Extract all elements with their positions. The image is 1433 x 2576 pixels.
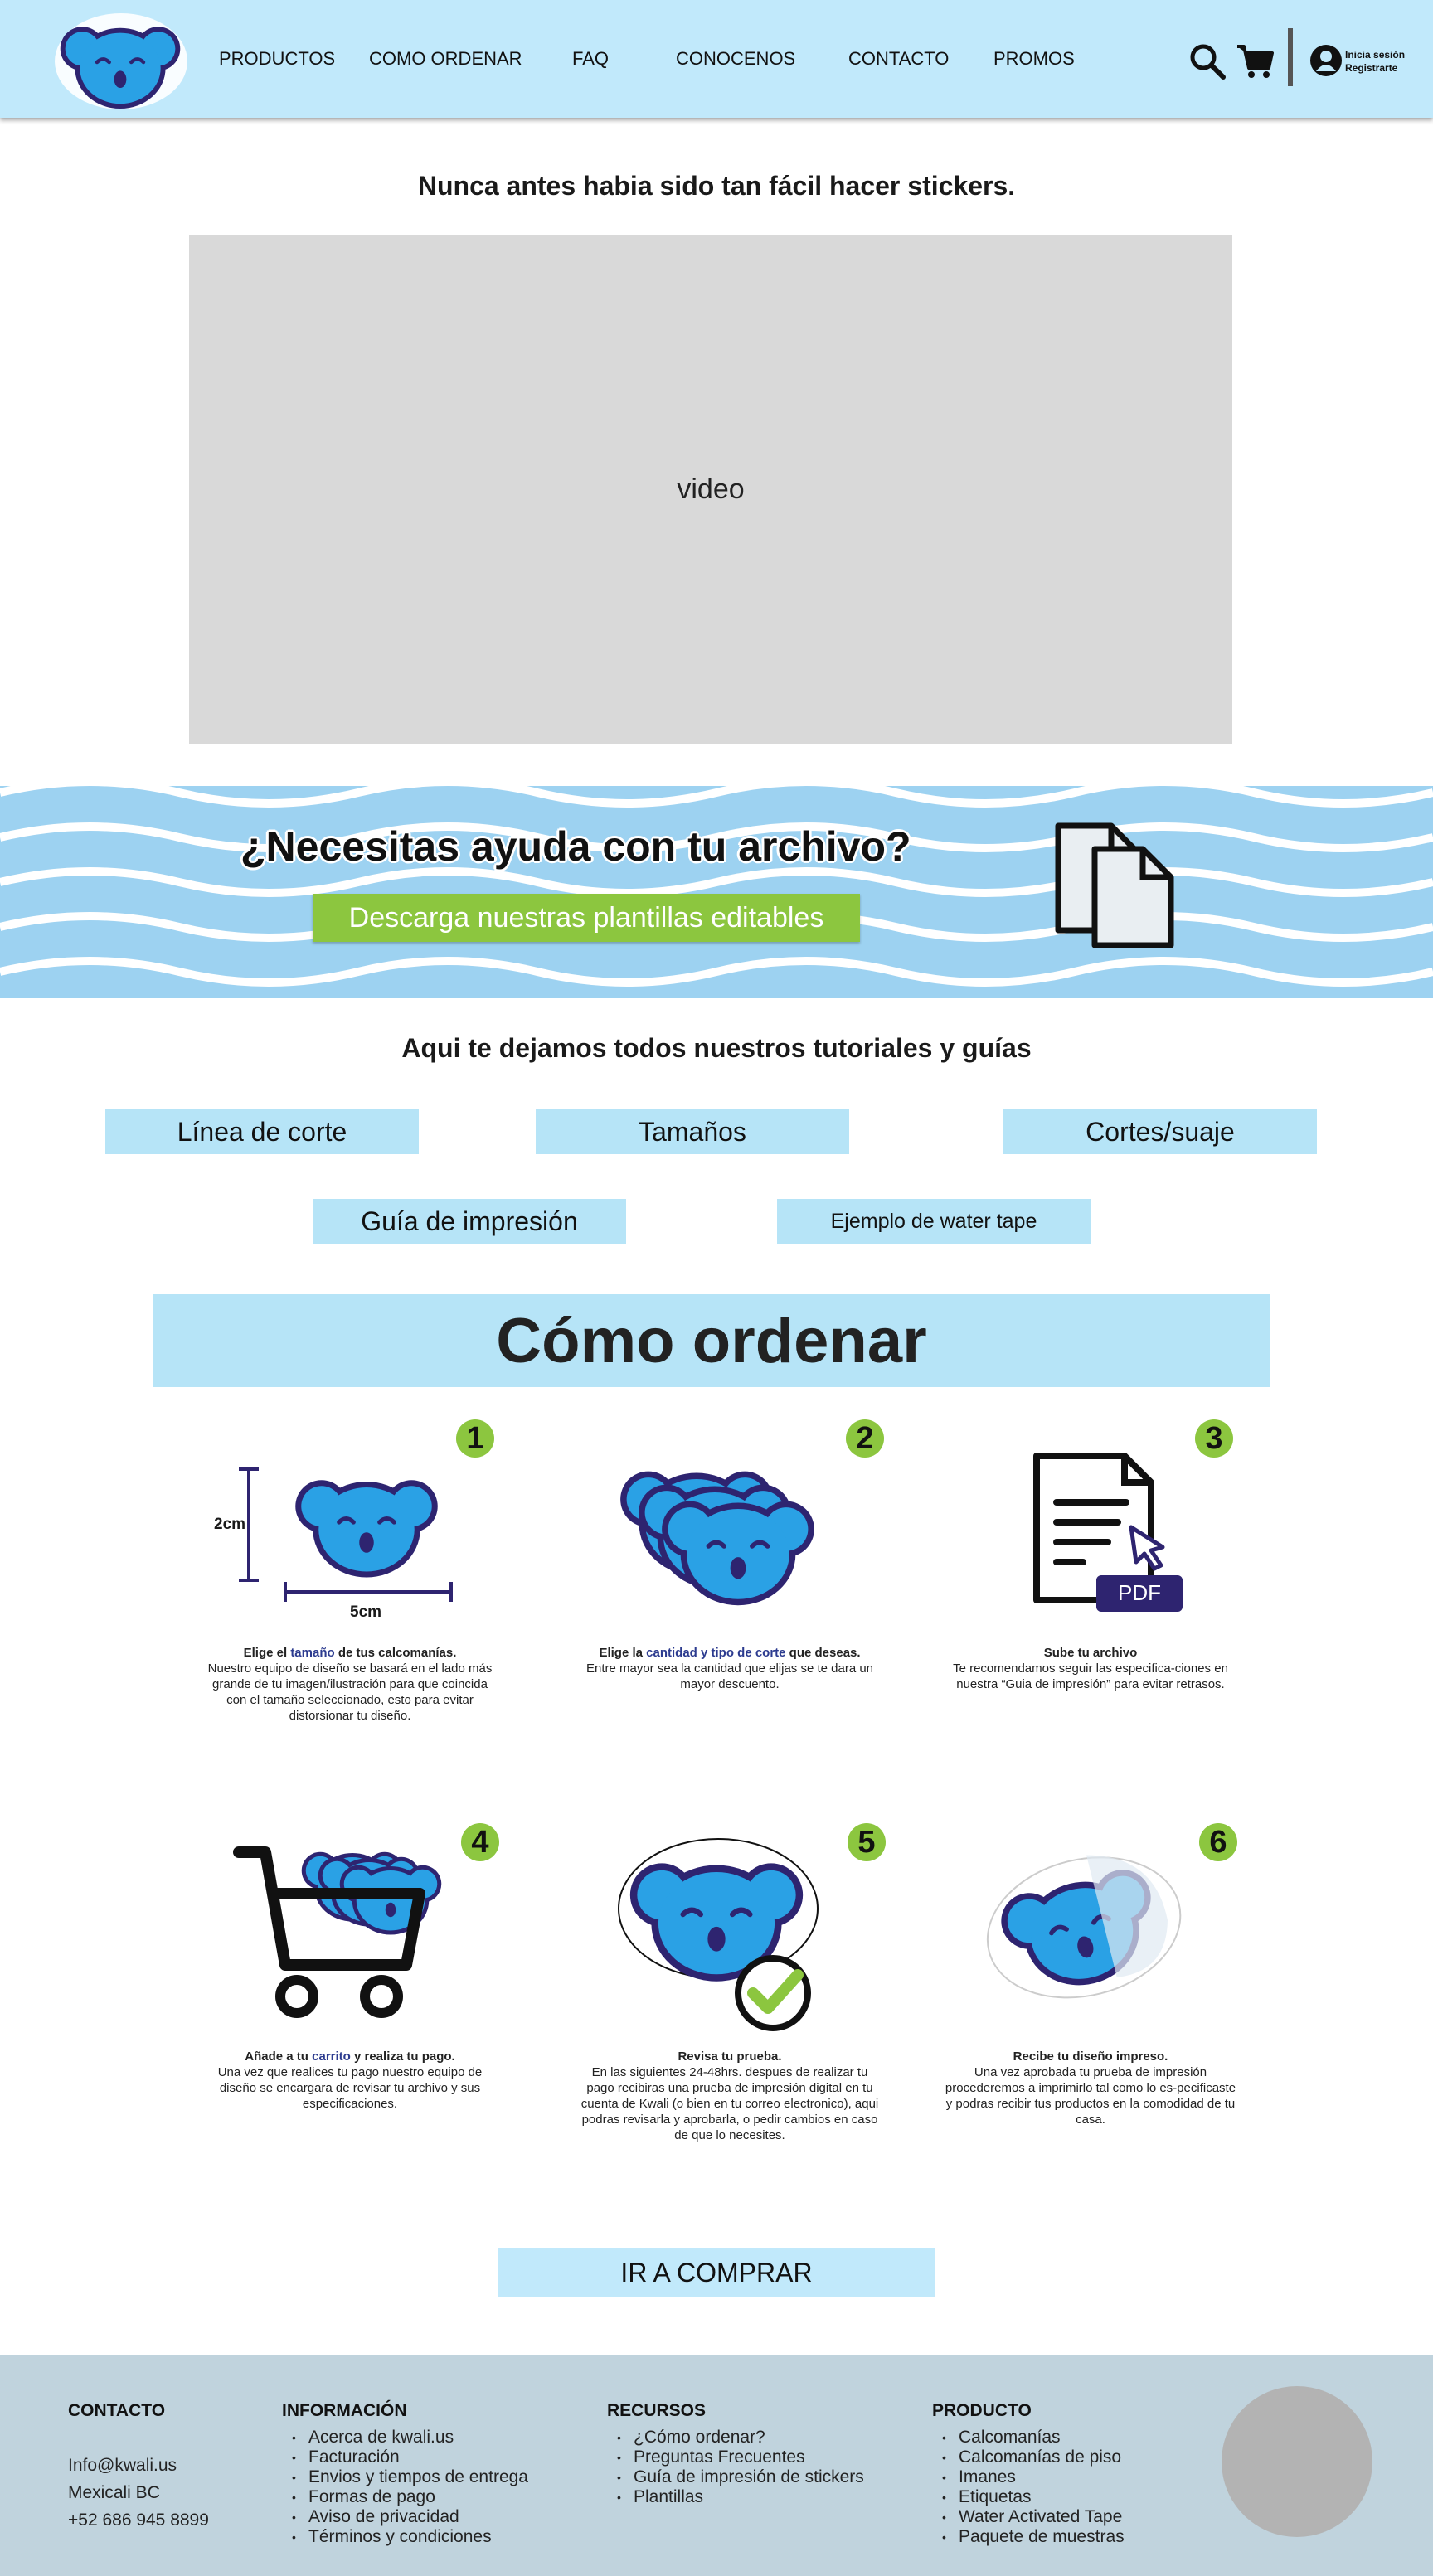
how-to-order-title: Cómo ordenar [153,1294,1270,1387]
nav-como-ordenar[interactable]: COMO ORDENAR [369,48,522,70]
step-2-caption: Elige la cantidad y tipo de corte que de… [585,1646,874,1691]
footer-link[interactable]: Guía de impresión de stickers [617,2467,864,2487]
site-header: PRODUCTOS COMO ORDENAR FAQ CONOCENOS CON… [0,0,1433,118]
footer-link[interactable]: Calcomanías de piso [942,2447,1125,2467]
footer-link[interactable]: Aviso de privacidad [292,2507,528,2527]
received-sticker-illustration [986,1855,1182,2006]
footer-link[interactable]: Water Activated Tape [942,2507,1125,2527]
video-label: video [677,473,745,505]
search-icon[interactable] [1189,43,1226,80]
footer-info-list: Acerca de kwali.us Facturación Envios y … [287,2428,528,2547]
step-6-badge: 6 [1199,1823,1237,1861]
nav-productos[interactable]: PRODUCTOS [219,48,335,70]
stacked-stickers-illustration [614,1454,838,1620]
tutorial-guia-impresion[interactable]: Guía de impresión [313,1199,626,1244]
footer-resources-list: ¿Cómo ordenar? Preguntas Frecuentes Guía… [612,2428,864,2507]
step-5-badge: 5 [848,1823,886,1861]
tutorial-cortes-suaje[interactable]: Cortes/suaje [1003,1109,1317,1154]
nav-contacto[interactable]: CONTACTO [848,48,949,70]
step-4-body: Una vez que realices tu pago nuestro equ… [217,2065,483,2111]
footer-link[interactable]: Calcomanías [942,2428,1125,2447]
tutorial-tamanos[interactable]: Tamaños [536,1109,849,1154]
size-illustration [239,1467,453,1602]
register-link[interactable]: Registrarte [1345,61,1405,75]
proof-check-illustration [618,1838,819,2031]
tutorials-title: Aqui te dejamos todos nuestros tutoriale… [401,1033,1032,1063]
go-buy-button[interactable]: IR A COMPRAR [498,2248,935,2297]
tutorial-linea-de-corte[interactable]: Línea de corte [105,1109,419,1154]
pdf-label: PDF [1118,1580,1161,1605]
footer-phone[interactable]: +52 686 945 8899 [68,2511,209,2530]
step-3-caption: Sube tu archivo Te recomendamos seguir l… [953,1646,1228,1691]
step-1-body: Nuestro equipo de diseño se basará en el… [207,1662,493,1723]
banner-question: ¿Necesitas ayuda con tu archivo? [240,823,911,870]
download-templates-button[interactable]: Descarga nuestras plantillas editables [313,894,860,942]
footer-link[interactable]: Paquete de muestras [942,2527,1125,2547]
footer-product-list: Calcomanías Calcomanías de piso Imanes E… [937,2428,1125,2547]
cart-illustration [233,1846,444,2018]
footer-link[interactable]: ¿Cómo ordenar? [617,2428,864,2447]
width-dimension: 5cm [350,1603,382,1621]
step-5-caption: Revisa tu prueba. En las siguientes 24-4… [580,2050,879,2142]
step-5-body: En las siguientes 24-48hrs. despues de r… [580,2065,879,2142]
footer-link[interactable]: Imanes [942,2467,1125,2487]
header-divider [1288,28,1293,86]
hero-tagline: Nunca antes habia sido tan fácil hacer s… [417,171,1016,201]
footer-info-title: INFORMACIÓN [282,2401,407,2420]
footer-link[interactable]: Facturación [292,2447,528,2467]
koala-logo[interactable] [55,8,189,109]
step-4-badge: 4 [461,1823,499,1861]
step-6-caption: Recibe tu diseño impreso. Una vez aproba… [945,2050,1236,2127]
template-banner [0,786,1433,998]
step-6-body: Una vez aprobada tu prueba de impresión … [945,2065,1236,2127]
cart-icon[interactable] [1236,43,1274,80]
step-3-badge: 3 [1195,1419,1233,1458]
step-3-body: Te recomendamos seguir las especifica-ci… [953,1662,1228,1691]
footer-location: Mexicali BC [68,2483,160,2502]
login-link[interactable]: Inicia sesión [1345,48,1405,61]
step-1-badge: 1 [456,1419,494,1458]
footer-link[interactable]: Preguntas Frecuentes [617,2447,864,2467]
footer-link[interactable]: Envios y tiempos de entrega [292,2467,528,2487]
footer-contact-title: CONTACTO [68,2401,166,2420]
document-icon [1055,822,1174,948]
footer-link[interactable]: Etiquetas [942,2487,1125,2507]
nav-conocenos[interactable]: CONOCENOS [676,48,795,70]
video-player[interactable]: video [189,235,1232,744]
footer-image-placeholder [1222,2386,1372,2537]
nav-faq[interactable]: FAQ [572,48,609,70]
footer-link[interactable]: Plantillas [617,2487,864,2507]
footer-link[interactable]: Acerca de kwali.us [292,2428,528,2447]
account-links: Inicia sesión Registrarte [1345,48,1405,75]
height-dimension: 2cm [214,1516,246,1533]
step-2-body: Entre mayor sea la cantidad que elijas s… [585,1662,874,1691]
tutorial-water-tape[interactable]: Ejemplo de water tape [777,1199,1091,1244]
step-2-badge: 2 [846,1419,884,1458]
user-icon[interactable] [1309,43,1343,78]
footer-link[interactable]: Términos y condiciones [292,2527,528,2547]
footer-resources-title: RECURSOS [607,2401,707,2420]
wave-background [0,786,1433,998]
step-1-caption: Elige el tamaño de tus calcomanías. Nues… [207,1646,493,1723]
footer-product-title: PRODUCTO [932,2401,1032,2420]
footer-email[interactable]: Info@kwali.us [68,2456,177,2476]
footer-link[interactable]: Formas de pago [292,2487,528,2507]
nav-promos[interactable]: PROMOS [993,48,1075,70]
step-4-caption: Añade a tu carrito y realiza tu pago. Un… [217,2050,483,2111]
